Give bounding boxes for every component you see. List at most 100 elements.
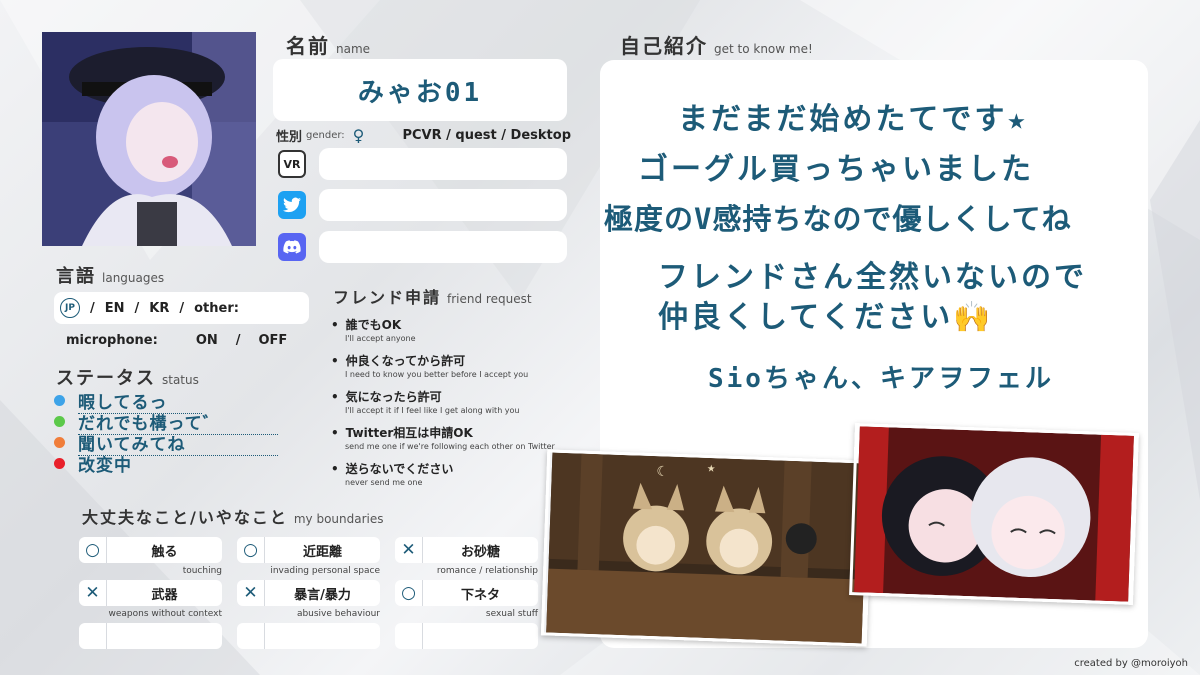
list-item: 仲良くなってから許可 I need to know you better bef… [331, 352, 591, 379]
discord-field[interactable] [319, 231, 567, 263]
status-list: 暇してるっ だれでも構って゛ 聞いてみてね 改変中 [54, 390, 278, 476]
lang-separator: / [179, 300, 185, 316]
lang-other: other: [194, 300, 239, 316]
intro-line: ゴーグル買っちゃいました [638, 152, 1034, 187]
intro-line: まだまだ始めたてです★ [678, 102, 1029, 137]
friend-request-title: フレンド申請 [333, 288, 442, 307]
friend-request-option-en: I need to know you better before I accep… [345, 370, 529, 379]
friend-request-option-en: I'll accept it if I feel like I get alon… [345, 406, 520, 415]
ok-icon: ○ [237, 537, 265, 563]
friend-request-option-en: I'll accept anyone [345, 334, 416, 343]
boundary-text: 下ネタ [460, 587, 500, 603]
status-dot-blue [54, 395, 65, 406]
mic-separator: / [235, 333, 241, 348]
photo-avatars-room: ☾ ★ [540, 449, 874, 647]
svg-text:★: ★ [707, 463, 716, 474]
twitter-icon[interactable] [278, 191, 306, 219]
friend-request-option: 仲良くなってから許可 [331, 352, 591, 369]
name-value: みゃお01 [357, 77, 483, 108]
twitter-row [278, 191, 306, 219]
boundary-item [79, 623, 222, 649]
status-heading: ステータス status [56, 364, 199, 390]
status-subtitle: status [162, 373, 199, 387]
gender-sublabel: gender: [306, 130, 345, 141]
boundaries-title: 大丈夫なこと/いやなこと [82, 508, 288, 527]
lang-separator: / [134, 300, 140, 316]
boundary-sub: touching [182, 566, 222, 576]
boundary-sub: weapons without context [108, 609, 222, 619]
empty-mark [237, 623, 265, 649]
mic-on: ON [195, 333, 218, 348]
discord-row [278, 233, 306, 261]
intro-line: Sioちゃん、キアヲフェル [708, 364, 1054, 394]
lang-kr: KR [149, 300, 170, 316]
boundary-text: お砂糖 [460, 544, 500, 560]
boundary-item [237, 623, 380, 649]
vr-field[interactable] [319, 148, 567, 180]
empty-mark [79, 623, 107, 649]
boundary-item: ○ 触る touching [79, 537, 222, 578]
boundaries-heading: 大丈夫なこと/いやなこと my boundaries [82, 504, 384, 528]
credit-text: created by @moroiyoh [1074, 658, 1188, 669]
photo-avatars-selfie [849, 423, 1139, 605]
list-item: Twitter相互は申請OK send me one if we're foll… [331, 424, 591, 451]
lang-jp: JP [60, 298, 80, 318]
friend-request-option: 気になったら許可 [331, 388, 591, 405]
friend-request-subtitle: friend request [447, 292, 532, 306]
boundary-item: ○ 近距離 invading personal space [237, 537, 380, 578]
svg-text:☾: ☾ [656, 464, 669, 480]
boundary-item: ✕ お砂糖 romance / relationship [395, 537, 538, 578]
boundary-sub: romance / relationship [436, 566, 538, 576]
discord-icon[interactable] [278, 233, 306, 261]
status-dot-orange [54, 437, 65, 448]
boundaries-grid: ○ 触る touching ○ 近距離 invading personal spac… [79, 537, 544, 649]
intro-heading: 自己紹介 get to know me! [620, 30, 813, 59]
ok-icon: ○ [395, 580, 423, 606]
profile-photo [42, 32, 256, 246]
vr-row: VR [278, 150, 306, 178]
intro-line: 仲良くしてください🙌 [658, 300, 994, 335]
boundary-text: 暴言/暴力 [294, 587, 351, 603]
female-icon: ♀ [352, 126, 365, 145]
list-item: 誰でもOK I'll accept anyone [331, 316, 591, 343]
languages-subtitle: languages [102, 271, 165, 285]
microphone-row: microphone: ON / OFF [66, 333, 316, 348]
boundary-text: 触る [151, 544, 178, 560]
empty-mark [395, 623, 423, 649]
status-dot-red [54, 458, 65, 469]
vr-icon-label: VR [283, 157, 301, 171]
gender-label: 性別 [276, 130, 303, 145]
boundary-sub: abusive behaviour [296, 609, 380, 619]
lang-en: EN [104, 300, 125, 316]
languages-row: JP / EN / KR / other: [54, 292, 309, 324]
friend-request-option: Twitter相互は申請OK [331, 424, 591, 441]
ok-icon: ○ [79, 537, 107, 563]
ng-icon: ✕ [237, 580, 265, 606]
intro-title: 自己紹介 [620, 34, 708, 58]
ng-icon: ✕ [79, 580, 107, 606]
intro-line: 極度のV感持ちなので優しくしてね [604, 202, 1072, 236]
name-title: 名前 [286, 34, 330, 58]
status-item: 改変中 [54, 453, 278, 476]
friend-request-option: 誰でもOK [331, 316, 591, 333]
mic-off: OFF [258, 333, 288, 348]
name-subtitle: name [336, 42, 371, 56]
status-item: 聞いてみてね [54, 432, 278, 456]
ng-icon: ✕ [395, 537, 423, 563]
status-dot-green [54, 416, 65, 427]
boundary-sub: invading personal space [270, 566, 380, 576]
boundaries-subtitle: my boundaries [293, 512, 384, 526]
name-box: みゃお01 [273, 59, 567, 121]
twitter-field[interactable] [319, 189, 567, 221]
status-title: ステータス [56, 368, 156, 389]
boundary-sub: sexual stuff [485, 609, 538, 619]
boundary-item: ○ 下ネタ sexual stuff [395, 580, 538, 621]
boundary-text: 武器 [151, 587, 178, 603]
boundary-text: 近距離 [302, 544, 342, 560]
microphone-label: microphone: [66, 333, 158, 348]
boundary-item: ✕ 武器 weapons without context [79, 580, 222, 621]
name-heading: 名前 name [286, 30, 370, 59]
list-item: 気になったら許可 I'll accept it if I feel like I… [331, 388, 591, 415]
languages-heading: 言語 languages [56, 262, 164, 288]
intro-line: フレンドさん全然いないので [658, 260, 1087, 295]
